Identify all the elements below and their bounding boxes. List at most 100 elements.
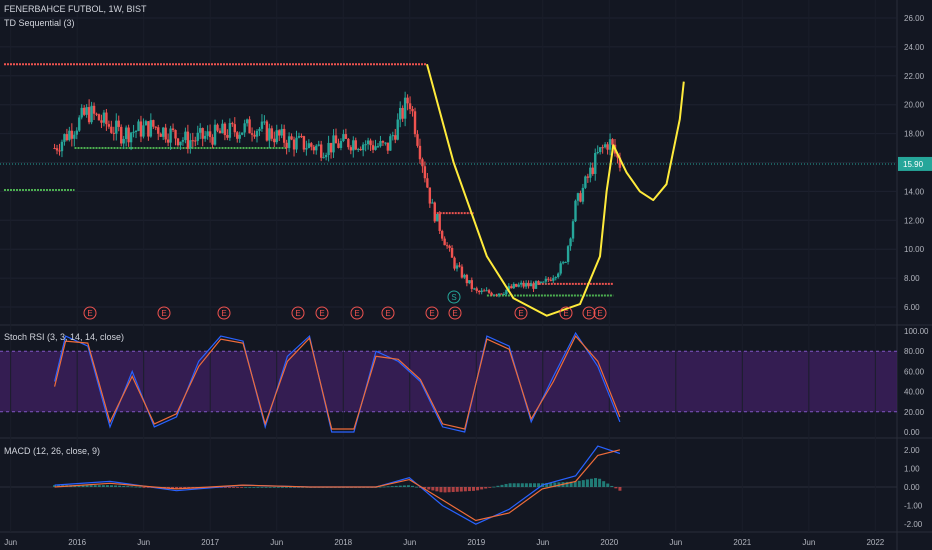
candle-body (396, 119, 399, 140)
candle-body (186, 131, 190, 149)
candle-body (157, 127, 160, 134)
candle-body (307, 143, 311, 149)
candle-body (394, 135, 397, 140)
candle-body (85, 107, 88, 115)
macd-label[interactable]: MACD (12, 26, close, 9) (4, 446, 100, 456)
time-axis-label: Jun (802, 538, 815, 547)
candle-body (122, 138, 125, 144)
candle-body (376, 146, 380, 148)
earnings-event-label: E (429, 309, 434, 318)
macd-histogram-bar (435, 487, 439, 492)
candle-body (408, 103, 412, 109)
candle-body (129, 132, 133, 143)
candle-body (473, 288, 476, 290)
candle-body (65, 134, 69, 141)
candle-body (510, 286, 513, 289)
candle-body (285, 142, 288, 149)
macd-histogram-bar (492, 486, 496, 488)
candle-body (248, 119, 251, 134)
chart-canvas[interactable]: 6.008.0010.0012.0014.0016.0018.0020.0022… (0, 0, 932, 550)
candle-body (258, 128, 261, 131)
time-axis-label: Jun (137, 538, 150, 547)
candle-body (68, 130, 71, 141)
earnings-event-label: E (586, 309, 591, 318)
candle-body (199, 128, 202, 133)
candle-body (169, 128, 172, 143)
candle-body (379, 141, 382, 147)
candle-body (549, 279, 553, 281)
candle-body (97, 114, 101, 121)
candle-body (537, 281, 540, 283)
candle-body (443, 238, 446, 246)
candle-body (584, 176, 587, 188)
macd-histogram-bar (516, 483, 520, 487)
macd-histogram-bar (496, 485, 500, 487)
candle-body (196, 132, 199, 141)
candle-body (359, 148, 362, 151)
macd-histogram-bar (394, 485, 398, 487)
candle-body (152, 120, 155, 127)
macd-histogram-bar (589, 478, 593, 487)
macd-histogram-bar (410, 485, 414, 487)
candle-body (132, 131, 135, 133)
candle-body (203, 135, 207, 139)
tradingview-chart[interactable]: 6.008.0010.0012.0014.0016.0018.0020.0022… (0, 0, 932, 550)
macd-histogram-bar (134, 486, 138, 488)
symbol-title: FENERBAHCE FUTBOL, 1W, BIST (4, 4, 147, 14)
rsi-tick-label: 80.00 (904, 347, 925, 356)
candle-body (181, 140, 185, 142)
candle-body (557, 273, 560, 278)
candle-body (458, 265, 461, 267)
macd-histogram-bar (227, 487, 231, 488)
candle-body (60, 141, 64, 152)
rsi-tick-label: 0.00 (904, 428, 920, 437)
time-axis-label: Jun (536, 538, 549, 547)
candle-body (142, 125, 145, 137)
macd-histogram-bar (476, 487, 480, 491)
candle-body (369, 140, 372, 146)
candle-body (411, 108, 414, 112)
candle-body (539, 281, 543, 283)
macd-histogram-bar (512, 483, 516, 487)
candle-body (134, 131, 138, 133)
candle-body (124, 127, 128, 139)
macd-histogram-bar (594, 478, 598, 487)
macd-histogram-bar (118, 485, 122, 487)
candle-body (282, 128, 286, 143)
macd-histogram-bar (439, 487, 443, 493)
macd-histogram-bar (284, 487, 288, 488)
candle-body (273, 138, 276, 143)
macd-histogram-bar (138, 486, 142, 488)
candle-body (534, 281, 538, 289)
candle-body (95, 113, 98, 115)
td-sequential-label[interactable]: TD Sequential (3) (4, 18, 75, 28)
candle-body (312, 146, 315, 151)
candle-body (596, 152, 599, 154)
candle-body (594, 153, 597, 174)
candle-body (305, 148, 308, 150)
macd-histogram-bar (480, 487, 484, 490)
candle-body (579, 193, 582, 202)
candle-body (53, 148, 56, 150)
candle-body (166, 139, 170, 143)
candle-body (147, 121, 150, 137)
macd-histogram-bar (508, 483, 512, 487)
candle-body (315, 145, 318, 151)
candle-body (475, 288, 478, 291)
macd-histogram-bar (406, 485, 410, 487)
candle-body (255, 130, 259, 137)
candle-body (495, 294, 498, 296)
candle-body (381, 141, 385, 143)
candle-body (92, 105, 96, 114)
candle-body (105, 112, 108, 125)
stoch-rsi-label[interactable]: Stoch RSI (3, 3, 14, 14, close) (4, 332, 124, 342)
candle-body (426, 178, 429, 188)
macd-histogram-bar (577, 480, 581, 487)
candle-body (208, 131, 212, 138)
macd-histogram-bar (504, 483, 508, 487)
macd-histogram-bar (248, 487, 252, 488)
candle-body (542, 281, 545, 283)
macd-histogram-bar (602, 481, 606, 487)
macd-histogram-bar (455, 487, 459, 492)
candle-body (226, 135, 229, 138)
